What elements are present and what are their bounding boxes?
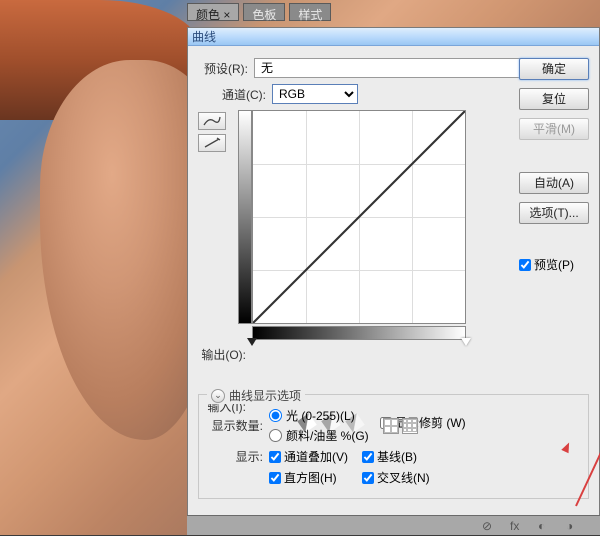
panel-tabs: 颜色 × 色板 样式 [187, 3, 331, 23]
radio-light[interactable]: 光 (0-255)(L) [269, 407, 369, 424]
dialog-title: 曲线 [192, 28, 216, 45]
check-intersection[interactable]: 交叉线(N) [362, 469, 430, 486]
mask-icon[interactable]: ◐ [538, 519, 552, 533]
channel-select[interactable]: RGB [272, 84, 358, 104]
black-point-handle[interactable] [247, 338, 257, 346]
smooth-button: 平滑(M) [519, 118, 589, 140]
curve-graph[interactable] [252, 110, 466, 324]
white-point-handle[interactable] [461, 338, 471, 346]
check-channel-overlay[interactable]: 通道叠加(V) [269, 448, 348, 465]
auto-button[interactable]: 自动(A) [519, 172, 589, 194]
curve-tools [198, 112, 232, 348]
channel-label: 通道(C): [216, 86, 266, 103]
preset-label: 预设(R): [198, 60, 248, 77]
amount-label: 显示数量: [207, 417, 263, 434]
show-label: 显示: [207, 448, 263, 465]
curves-dialog: 曲线 预设(R): 无 通道(C): RGB [187, 27, 600, 535]
output-label: 输出(O): [198, 346, 246, 363]
collapse-icon[interactable]: ⌄ [211, 389, 225, 403]
tab-styles[interactable]: 样式 [289, 3, 331, 21]
tab-swatches[interactable]: 色板 [243, 3, 285, 21]
titlebar[interactable]: 曲线 [188, 28, 599, 46]
input-slider[interactable] [252, 340, 466, 348]
options-button[interactable]: 选项(T)... [519, 202, 589, 224]
preview-check[interactable]: 预览(P) [519, 256, 589, 273]
tab-color[interactable]: 颜色 × [187, 3, 239, 21]
fx-icon[interactable]: fx [510, 519, 524, 533]
layers-panel-footer: ⊘ fx ◐ ◑ [187, 515, 600, 535]
curve-display-options: ⌄ 曲线显示选项 显示数量: 光 (0-255)(L) 颜料/油墨 %(G) 显… [198, 394, 589, 499]
curve-tool-icon[interactable] [198, 112, 226, 130]
curve-graph-wrap [238, 110, 466, 324]
pencil-tool-icon[interactable] [198, 134, 226, 152]
adjustment-icon[interactable]: ◑ [566, 519, 580, 533]
y-gradient [238, 110, 252, 324]
check-histogram[interactable]: 直方图(H) [269, 469, 348, 486]
reset-button[interactable]: 复位 [519, 88, 589, 110]
check-baseline[interactable]: 基线(B) [362, 448, 430, 465]
grid-simple-icon[interactable] [383, 418, 399, 434]
options-legend: 曲线显示选项 [229, 387, 301, 404]
grid-detailed-icon[interactable] [402, 418, 418, 434]
link-icon[interactable]: ⊘ [482, 519, 496, 533]
x-gradient [252, 326, 466, 340]
ok-button[interactable]: 确定 [519, 58, 589, 80]
radio-pigment[interactable]: 颜料/油墨 %(G) [269, 427, 369, 444]
